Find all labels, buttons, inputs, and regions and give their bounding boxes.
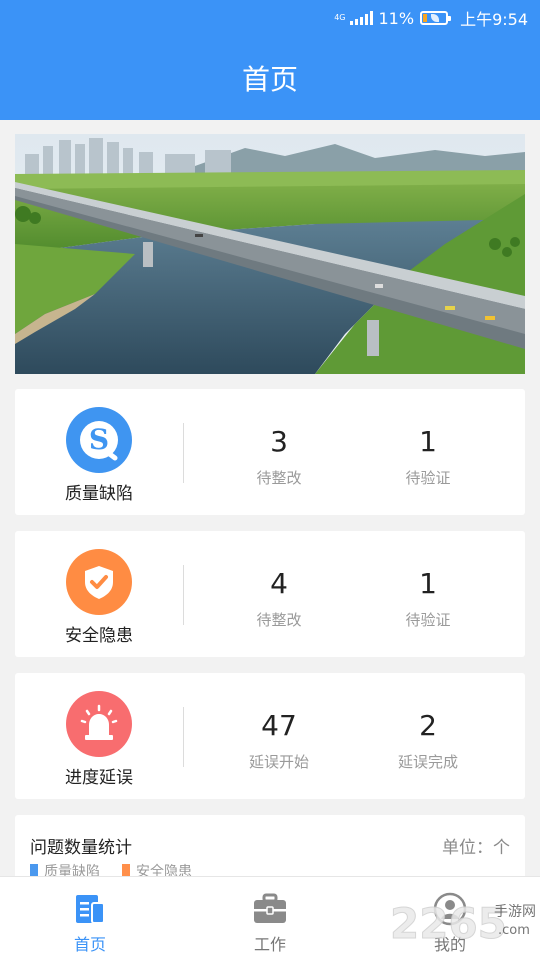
divider (183, 707, 184, 767)
quality-defect-card[interactable]: S 质量缺陷 3 待整改 1 待验证 (15, 389, 525, 515)
stat-delay-finish[interactable]: 2 延误完成 (353, 673, 503, 772)
statistics-title: 问题数量统计 (30, 838, 132, 858)
card-category: 安全隐患 (15, 531, 183, 657)
stat-label: 待整改 (256, 469, 302, 487)
shield-check-icon (66, 549, 132, 615)
stat-delay-start[interactable]: 47 延误开始 (204, 673, 354, 772)
page-title: 首页 (241, 63, 298, 96)
stat-value: 2 (419, 709, 437, 742)
statistics-unit: 单位：个 (442, 838, 510, 858)
stat-label: 延误开始 (248, 753, 309, 771)
card-title: 质量缺陷 (65, 484, 133, 504)
status-bar: 4G 11% 上午9:54 (0, 0, 540, 36)
network-type: 4G (334, 13, 346, 22)
schedule-delay-card[interactable]: 进度延误 47 延误开始 2 延误完成 (15, 673, 525, 799)
page-title-bar: 首页 (0, 36, 540, 120)
card-category: 进度延误 (15, 673, 183, 799)
stat-label: 待验证 (405, 469, 451, 487)
toolbox-icon (252, 891, 288, 927)
card-title: 安全隐患 (65, 626, 133, 646)
tab-label: 工作 (253, 935, 286, 954)
tab-label: 首页 (73, 935, 106, 954)
svg-text:2265: 2265 (390, 899, 507, 948)
stat-value: 47 (261, 709, 297, 742)
bridge-photo (15, 134, 525, 374)
stat-pending-verify[interactable]: 1 待验证 (353, 531, 503, 630)
alarm-light-icon (66, 691, 132, 757)
watermark: 2265 手游网 .com (388, 880, 540, 960)
signal-icon (349, 11, 373, 25)
divider (183, 423, 184, 483)
stat-pending-verify[interactable]: 1 待验证 (353, 389, 503, 488)
tab-home[interactable]: 首页 (30, 877, 150, 960)
home-doc-icon (72, 891, 108, 927)
safety-hazard-card[interactable]: 安全隐患 4 待整改 1 待验证 (15, 531, 525, 657)
stat-value: 1 (419, 425, 437, 458)
divider (183, 565, 184, 625)
stat-value: 1 (419, 567, 437, 600)
stat-pending-fix[interactable]: 4 待整改 (204, 531, 354, 630)
svg-text:手游网: 手游网 (494, 904, 536, 920)
svg-text:.com: .com (498, 923, 530, 938)
stat-label: 延误完成 (397, 753, 458, 771)
stat-label: 待整改 (256, 611, 302, 629)
stat-value: 3 (270, 425, 288, 458)
battery-icon (420, 11, 452, 25)
card-category: S 质量缺陷 (15, 389, 183, 515)
banner-image[interactable] (15, 134, 525, 374)
stat-value: 4 (270, 567, 288, 600)
stat-label: 待验证 (405, 611, 451, 629)
battery-percent: 11% (378, 8, 415, 28)
tab-work[interactable]: 工作 (210, 877, 330, 960)
stat-pending-fix[interactable]: 3 待整改 (204, 389, 354, 488)
clock: 上午9:54 (460, 10, 528, 29)
quality-s-icon: S (66, 407, 132, 473)
card-title: 进度延误 (65, 768, 133, 788)
